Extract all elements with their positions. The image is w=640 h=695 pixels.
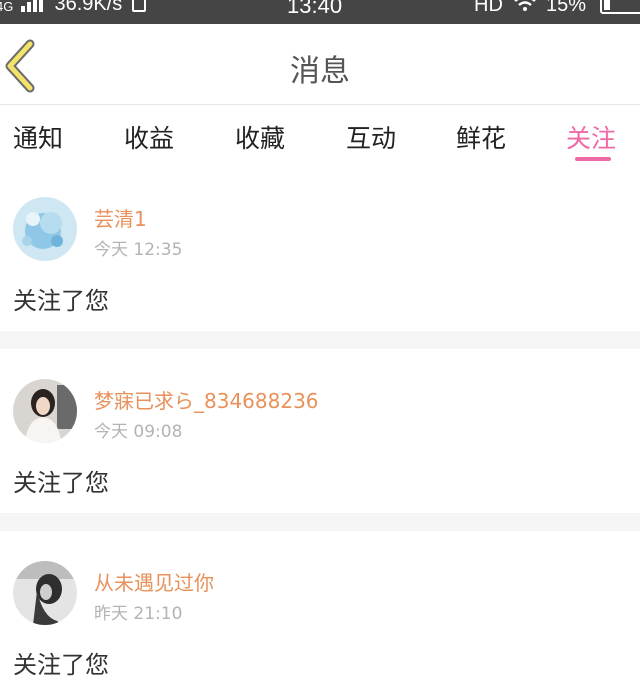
timestamp: 今天 09:08	[94, 422, 183, 442]
list-item[interactable]: 从未遇见过你 昨天 21:10 关注了您	[0, 531, 640, 695]
hd-indicator: HD	[474, 0, 503, 16]
username[interactable]: 梦寐已求ら_834688236	[94, 385, 319, 414]
username[interactable]: 从未遇见过你	[94, 567, 214, 596]
network-speed: 36.9K/s	[54, 0, 123, 15]
message-text: 关注了您	[13, 651, 109, 679]
battery-level-fill	[603, 0, 610, 10]
tab-interactions[interactable]: 互动	[346, 119, 396, 155]
battery-icon	[599, 0, 640, 14]
tab-follows[interactable]: 关注	[566, 119, 616, 155]
network-type: 4G	[0, 0, 14, 14]
timestamp: 今天 12:35	[94, 240, 183, 260]
sim-icon	[131, 0, 146, 12]
status-bar: 4G 36.9K/s 13:40 HD 15%	[0, 0, 640, 24]
status-right: HD 15%	[474, 0, 640, 17]
battery-percent: 15%	[546, 0, 587, 16]
avatar[interactable]	[13, 561, 77, 625]
active-tab-indicator	[575, 157, 611, 161]
message-text: 关注了您	[13, 287, 109, 315]
tab-favorites[interactable]: 收藏	[235, 119, 285, 155]
signal-icon	[20, 0, 43, 12]
page-title: 消息	[290, 54, 350, 89]
follow-feed: 芸清1 今天 12:35 关注了您 梦寐已求ら_834688236 今天 09:…	[0, 167, 640, 695]
username[interactable]: 芸清1	[94, 203, 147, 232]
avatar[interactable]	[13, 197, 77, 261]
divider	[0, 331, 640, 349]
message-text: 关注了您	[13, 469, 109, 497]
tab-bar: 通知 收益 收藏 互动 鲜花 关注	[0, 105, 640, 167]
avatar[interactable]	[13, 379, 77, 443]
wifi-icon	[514, 0, 537, 16]
title-bar: 消息	[0, 24, 640, 105]
timestamp: 昨天 21:10	[94, 604, 183, 624]
list-item[interactable]: 芸清1 今天 12:35 关注了您	[0, 167, 640, 331]
tab-notifications[interactable]: 通知	[13, 119, 63, 155]
tab-flowers[interactable]: 鲜花	[456, 119, 506, 155]
divider	[0, 513, 640, 531]
list-item[interactable]: 梦寐已求ら_834688236 今天 09:08 关注了您	[0, 349, 640, 513]
clock: 13:40	[287, 0, 343, 18]
status-left: 4G 36.9K/s	[0, 0, 146, 16]
tab-earnings[interactable]: 收益	[124, 119, 174, 155]
